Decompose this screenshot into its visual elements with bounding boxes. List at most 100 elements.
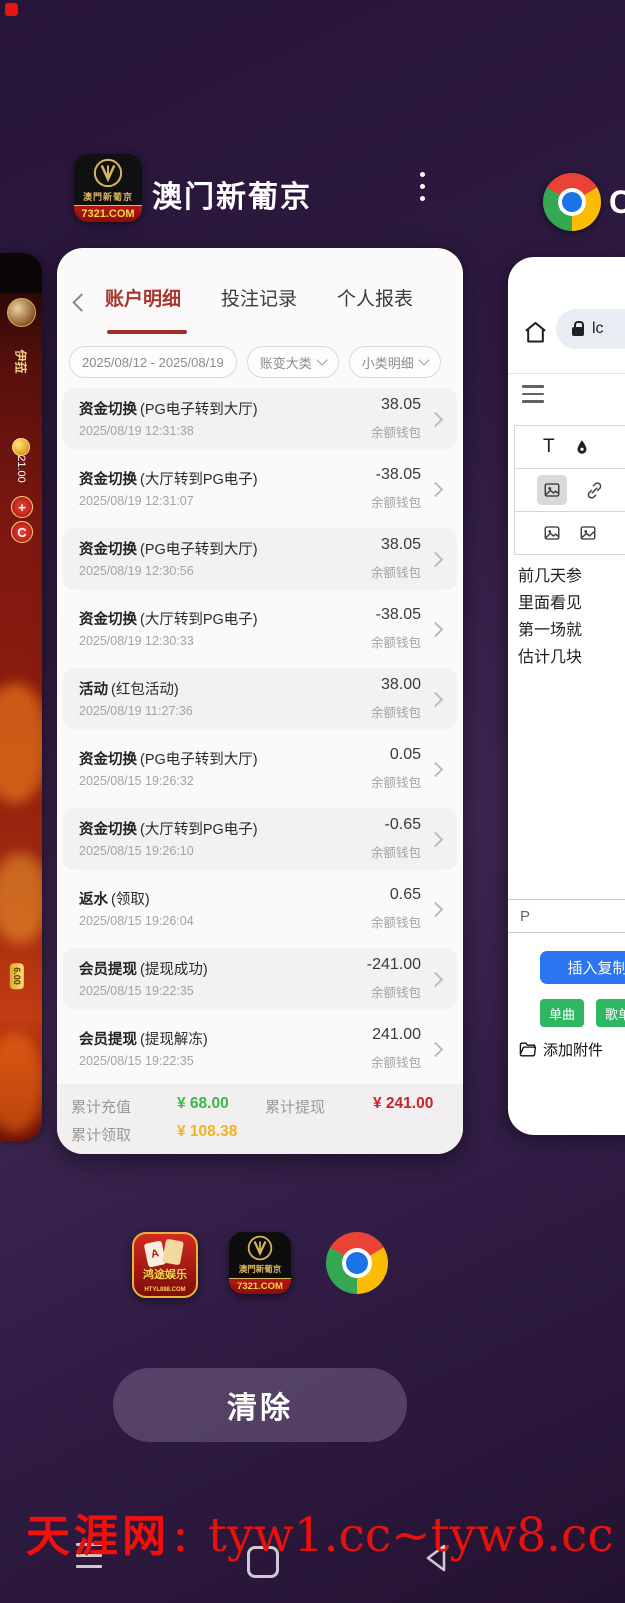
table-row[interactable]: 返水(领取) 2025/08/15 19:26:04 0.65 余额钱包 [63, 878, 457, 940]
txn-subtype: (PG电子转到大厅) [140, 542, 258, 558]
text-format-button[interactable]: T [543, 436, 555, 458]
chevron-right-icon [428, 622, 444, 638]
dock-icon-chrome[interactable] [326, 1232, 388, 1294]
app-card-chrome[interactable]: lc T [508, 257, 625, 1135]
link-icon[interactable] [585, 481, 604, 500]
tab-personal-report[interactable]: 个人报表 [337, 284, 413, 311]
dock-icon-game-domain: HTYL888.COM [134, 1287, 196, 1293]
chevron-right-icon [428, 1042, 444, 1058]
watermark-colon: ： [172, 1512, 206, 1561]
txn-wallet: 余额钱包 [371, 1052, 421, 1071]
table-row[interactable]: 会员提现(提现解冻) 2025/08/15 19:22:35 241.00 余额… [63, 1018, 457, 1080]
txn-amount: 38.05 [381, 536, 421, 554]
ink-droplet-icon[interactable] [573, 438, 591, 456]
table-row[interactable]: 资金切换(PG电子转到大厅) 2025/08/15 19:26:32 0.05 … [63, 738, 457, 800]
dock-icon-casino-brand: 澳門新葡京 [229, 1263, 291, 1275]
total-deposit-label: 累计充值 [71, 1096, 131, 1117]
txn-amount: 38.00 [381, 676, 421, 694]
chevron-down-icon [316, 354, 327, 365]
app-icon-brand: 澳門新葡京 [74, 190, 142, 203]
folder-icon [518, 1040, 537, 1059]
image-icon [543, 481, 561, 499]
table-row[interactable]: 资金切换(PG电子转到大厅) 2025/08/19 12:31:38 38.05… [63, 388, 457, 450]
chevron-right-icon [428, 972, 444, 988]
screen-record-indicator [5, 3, 18, 16]
back-chevron-icon[interactable] [72, 293, 90, 311]
insert-image-button-selected[interactable] [537, 475, 567, 505]
table-row[interactable]: 资金切换(大厅转到PG电子) 2025/08/15 19:26:10 -0.65… [63, 808, 457, 870]
table-row[interactable]: 会员提现(提现成功) 2025/08/15 19:22:35 -241.00 余… [63, 948, 457, 1010]
txn-subtype: (PG电子转到大厅) [140, 752, 258, 768]
insert-copy-button[interactable]: 插入复制按 [540, 951, 625, 984]
image-edit-icon[interactable] [579, 524, 597, 542]
txn-type: 资金切换 [79, 612, 137, 628]
prize-badge: 6.00 [10, 963, 24, 989]
app-options-menu-icon[interactable] [420, 172, 425, 201]
editor-toolbar: T [514, 425, 625, 555]
total-deposit-value: ¥ 68.00 [177, 1095, 229, 1113]
txn-wallet: 余额钱包 [371, 912, 421, 931]
txn-amount: 0.05 [390, 746, 421, 764]
txn-wallet: 余额钱包 [371, 702, 421, 721]
current-app-icon[interactable]: 澳門新葡京 7321.COM [74, 154, 142, 222]
fire-glow [0, 1033, 42, 1133]
add-funds-button[interactable]: + [11, 496, 33, 518]
chrome-app-icon[interactable] [543, 173, 601, 231]
txn-wallet: 余额钱包 [371, 842, 421, 861]
total-claim-value: ¥ 108.38 [177, 1123, 237, 1141]
txn-type: 资金切换 [79, 542, 137, 558]
txn-subtype: (大厅转到PG电子) [140, 822, 258, 838]
fire-glow [0, 683, 42, 803]
txn-type: 会员提现 [79, 962, 137, 978]
paragraph-status-bar: P [508, 899, 625, 933]
txn-subtype: (提现成功) [140, 962, 208, 978]
tag-button-single[interactable]: 单曲 [540, 999, 584, 1027]
txn-amount: -38.05 [376, 606, 421, 624]
txn-subtype: (大厅转到PG电子) [140, 472, 258, 488]
txn-amount: -0.65 [385, 816, 421, 834]
txn-wallet: 余额钱包 [371, 562, 421, 581]
table-row[interactable]: 资金切换(大厅转到PG电子) 2025/08/19 12:30:33 -38.0… [63, 598, 457, 660]
table-row[interactable]: 资金切换(PG电子转到大厅) 2025/08/19 12:30:56 38.05… [63, 528, 457, 590]
add-attachment-label: 添加附件 [543, 1039, 603, 1060]
dock-icon-casino[interactable]: 澳門新葡京 7321.COM [229, 1232, 291, 1294]
player-name: 伊菈 [13, 345, 30, 379]
casino-logo-icon [247, 1235, 273, 1261]
editor-line: 前几天参 [518, 563, 625, 590]
lock-icon [572, 327, 584, 336]
add-attachment[interactable]: 添加附件 [518, 1039, 603, 1060]
chevron-right-icon [428, 832, 444, 848]
dock-icon-game-name: 鸿途娱乐 [134, 1266, 196, 1282]
editor-text[interactable]: 前几天参 里面看见 第一场就 估计几块 [518, 563, 625, 671]
hamburger-menu-icon[interactable] [522, 385, 544, 403]
table-row[interactable]: 资金切换(大厅转到PG电子) 2025/08/19 12:31:07 -38.0… [63, 458, 457, 520]
txn-amount: 0.65 [390, 886, 421, 904]
address-bar[interactable]: lc [556, 309, 625, 349]
image-icon[interactable] [543, 524, 561, 542]
tab-bet-records[interactable]: 投注记录 [221, 284, 297, 311]
total-claim-label: 累计领取 [71, 1124, 131, 1145]
txn-datetime: 2025/08/19 12:30:33 [79, 634, 194, 648]
tab-account-details[interactable]: 账户明细 [105, 284, 181, 311]
editor-line: 里面看见 [518, 590, 625, 617]
txn-type: 资金切换 [79, 472, 137, 488]
tag-button-playlist[interactable]: 歌单 [596, 999, 625, 1027]
table-row[interactable]: 活动(红包活动) 2025/08/19 11:27:36 38.00 余额钱包 [63, 668, 457, 730]
date-range-filter[interactable]: 2025/08/12 - 2025/08/19 [69, 346, 237, 378]
refresh-button[interactable]: C [11, 521, 33, 543]
txn-amount: 241.00 [372, 1026, 421, 1044]
fire-glow [0, 853, 42, 943]
playing-cards-icon: A [144, 1240, 184, 1266]
clear-all-button[interactable]: 清除 [113, 1368, 407, 1442]
watermark-text: 天涯网：tyw1.cc~tyw8.cc [0, 1500, 625, 1564]
txn-type: 返水 [79, 892, 108, 908]
app-card-account-details[interactable]: 账户明细 投注记录 个人报表 2025/08/12 - 2025/08/19 账… [57, 248, 463, 1154]
txn-datetime: 2025/08/15 19:26:04 [79, 914, 194, 928]
dock-icon-game[interactable]: A 鸿途娱乐 HTYL888.COM [132, 1232, 198, 1298]
subcategory-filter[interactable]: 小类明细 [349, 346, 441, 378]
transaction-list: 资金切换(PG电子转到大厅) 2025/08/19 12:31:38 38.05… [57, 388, 463, 1088]
home-icon[interactable] [522, 319, 549, 346]
category-filter[interactable]: 账变大类 [247, 346, 339, 378]
app-card-left-game[interactable]: 伊菈 21.00 + C 6.00 [0, 253, 42, 1141]
txn-wallet: 余额钱包 [371, 772, 421, 791]
